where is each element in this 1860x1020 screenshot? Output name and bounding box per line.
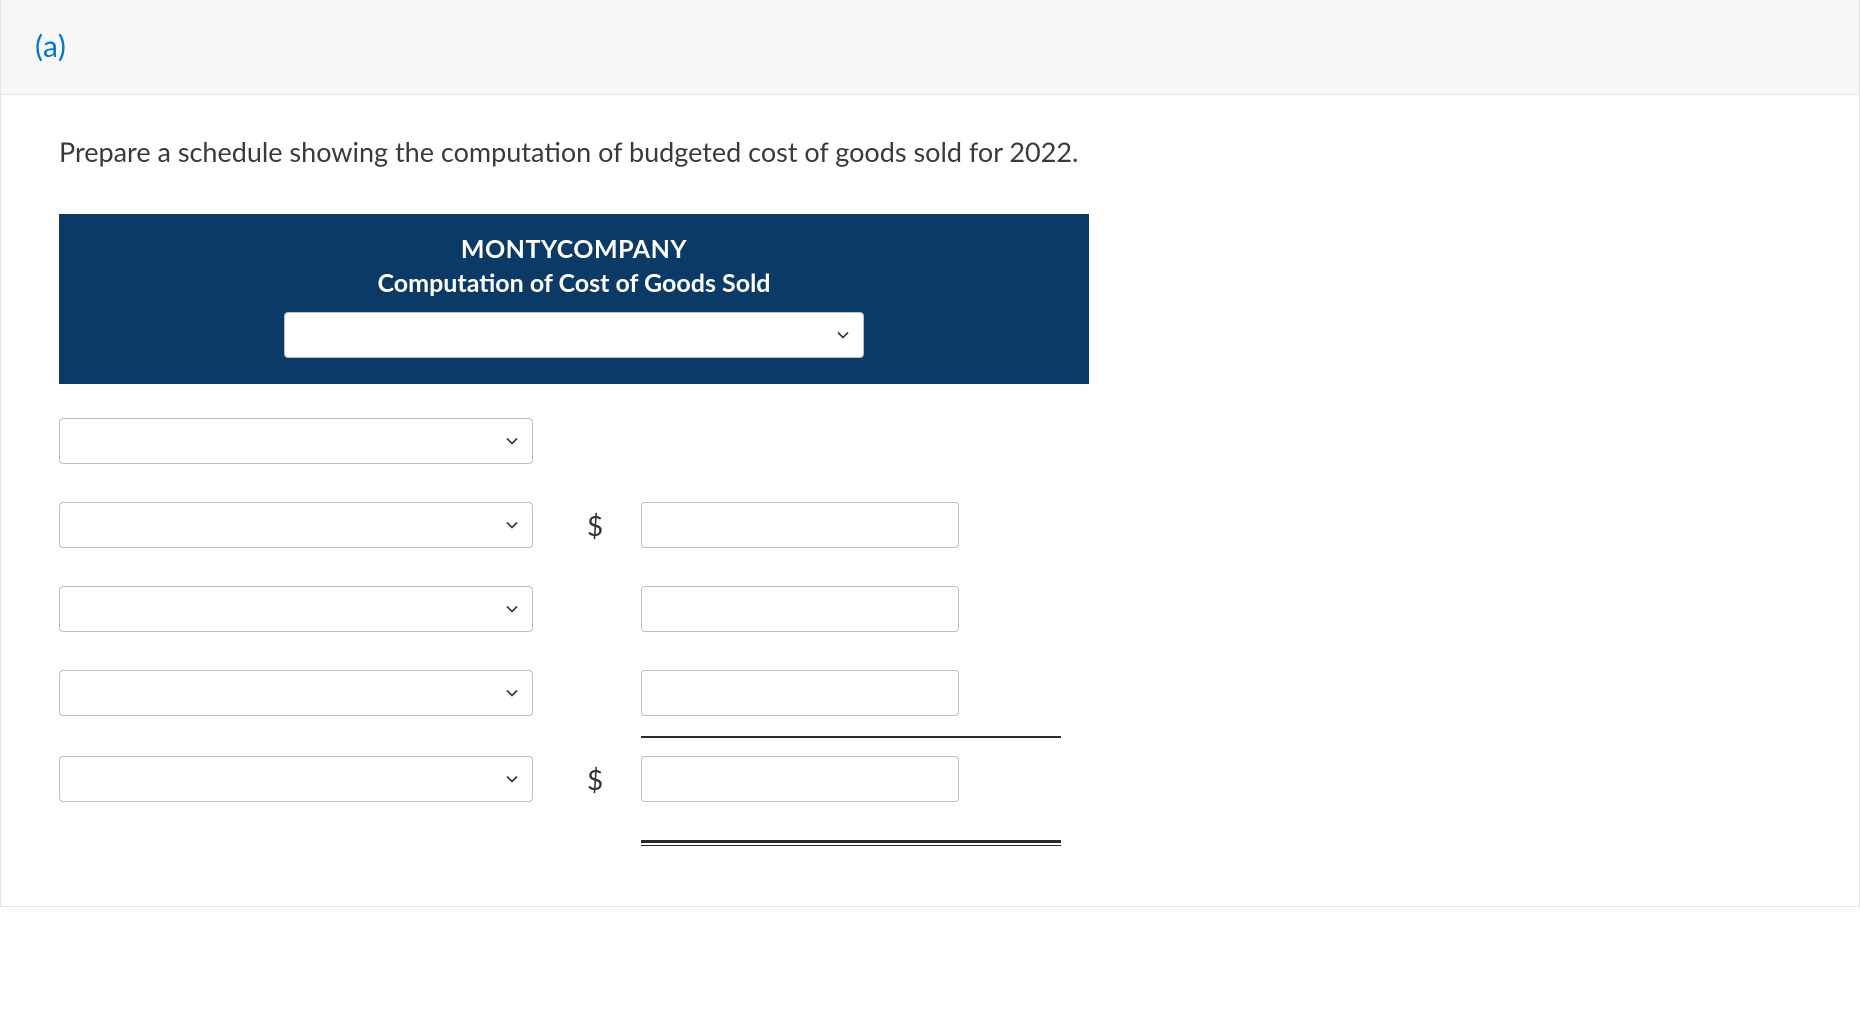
- part-label: (a): [35, 28, 66, 64]
- line5-select[interactable]: [59, 756, 533, 802]
- chevron-down-icon: [506, 773, 518, 785]
- part-header: (a): [1, 0, 1859, 95]
- line1-select[interactable]: [59, 418, 533, 464]
- chevron-down-icon: [506, 603, 518, 615]
- schedule-header: MONTYCOMPANY Computation of Cost of Good…: [59, 214, 1089, 384]
- line3-select[interactable]: [59, 586, 533, 632]
- line2-value-input[interactable]: [641, 502, 959, 548]
- line5-value-input[interactable]: [641, 756, 959, 802]
- period-select[interactable]: [284, 312, 864, 358]
- chevron-down-icon: [506, 519, 518, 531]
- chevron-down-icon: [506, 435, 518, 447]
- line2-select[interactable]: [59, 502, 533, 548]
- final-double-rule: [641, 840, 1061, 846]
- line4-select[interactable]: [59, 670, 533, 716]
- subtotal-rule: [641, 736, 1061, 738]
- line3-value-input[interactable]: [641, 586, 959, 632]
- schedule-title: Computation of Cost of Goods Sold: [79, 268, 1069, 298]
- currency-symbol: $: [587, 508, 617, 542]
- chevron-down-icon: [837, 329, 849, 341]
- schedule-company: MONTYCOMPANY: [79, 234, 1069, 264]
- instruction-text: Prepare a schedule showing the computati…: [59, 135, 1801, 168]
- currency-symbol: $: [587, 762, 617, 796]
- chevron-down-icon: [506, 687, 518, 699]
- line4-value-input[interactable]: [641, 670, 959, 716]
